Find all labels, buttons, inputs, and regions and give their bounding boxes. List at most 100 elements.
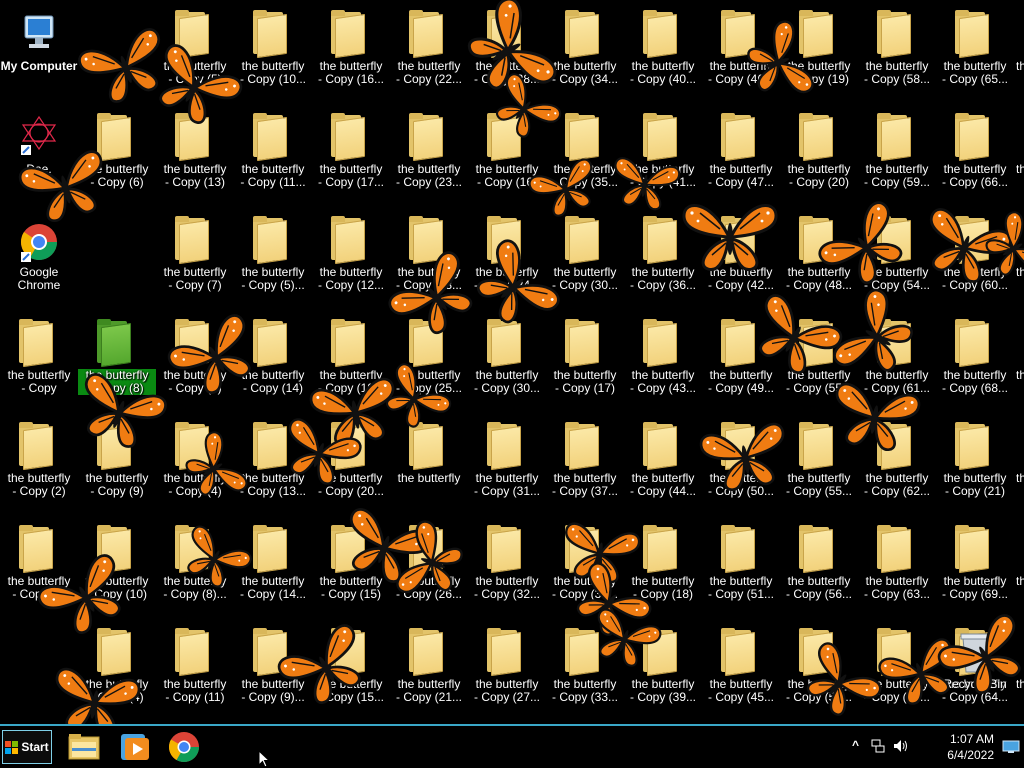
desktop-folder-icon[interactable]: the butterfly - Copy (58... xyxy=(858,4,936,104)
desktop-folder-icon[interactable]: the butterfly - Copy (27... xyxy=(468,622,546,722)
desktop-folder-icon[interactable]: the butterfly - Copy xyxy=(0,313,78,413)
desktop-folder-icon[interactable]: the butterfly - Copy (49... xyxy=(702,313,780,413)
desktop-folder-icon[interactable]: the butterfly - Copy (18) xyxy=(624,519,702,619)
desktop-folder-icon[interactable]: the butterfly - Copy (16... xyxy=(312,4,390,104)
desktop-folder-icon[interactable]: the butterfly - Copy (60... xyxy=(936,210,1014,310)
desktop-folder-icon[interactable]: the butterfly - Copy (14... xyxy=(234,519,312,619)
desktop-icon-my-computer[interactable]: My Computer xyxy=(0,4,78,104)
desktop-folder-icon[interactable]: the butterfly - Copy (22... xyxy=(390,4,468,104)
desktop-folder-icon[interactable]: the butterfly - Copy (66... xyxy=(936,107,1014,207)
desktop-folder-icon[interactable]: the butterfly - Copy (9)... xyxy=(234,622,312,722)
desktop-folder-icon[interactable]: the butterfly - Copy (21... xyxy=(390,622,468,722)
desktop-folder-icon[interactable]: the butterfly - Copy (13... xyxy=(234,416,312,516)
desktop-folder-icon[interactable]: the butterfly - Copy (30... xyxy=(546,210,624,310)
desktop-folder-icon[interactable]: the butterfly - Copy (36... xyxy=(624,210,702,310)
desktop-folder-icon-partial[interactable]: th xyxy=(1014,107,1024,207)
desktop-folder-icon[interactable]: the butterfly - Copy (3) xyxy=(0,519,78,619)
desktop-folder-icon[interactable]: the butterfly - Copy (16) xyxy=(468,107,546,207)
media-player-icon[interactable] xyxy=(116,730,152,764)
desktop-folder-icon[interactable]: the butterfly - Copy (8)... xyxy=(156,519,234,619)
desktop-folder-icon[interactable]: the butterfly - Copy (48... xyxy=(780,210,858,310)
desktop-folder-icon[interactable]: the butterfly - Copy (47... xyxy=(702,107,780,207)
desktop-folder-icon[interactable]: the butterfly - Copy (4) xyxy=(78,622,156,722)
desktop-folder-icon[interactable]: the butterfly xyxy=(390,416,468,516)
desktop-folder-icon[interactable]: the butterfly - Copy (8) xyxy=(78,313,156,413)
desktop-folder-icon[interactable]: the butterfly - Copy (20... xyxy=(312,416,390,516)
desktop-folder-icon[interactable]: the butterfly - Copy (37... xyxy=(546,416,624,516)
desktop-folder-icon[interactable]: the butterfly - Copy (11... xyxy=(234,107,312,207)
desktop-folder-icon[interactable]: the butterfly - Copy (12... xyxy=(312,210,390,310)
desktop-folder-icon[interactable]: the butterfly - Copy (25... xyxy=(390,313,468,413)
desktop-icon-recycle-bin[interactable]: Recycle Bin xyxy=(936,622,1014,722)
desktop-icon-google-chrome[interactable]: Google Chrome xyxy=(0,210,78,310)
desktop-icon-daemon[interactable]: Dae. ...n... xyxy=(0,107,78,207)
desktop-folder-icon[interactable]: the butterfly - Copy (38... xyxy=(546,519,624,619)
show-desktop-icon[interactable] xyxy=(1002,740,1020,754)
desktop-folder-icon[interactable]: the butterfly - Copy (39... xyxy=(624,622,702,722)
desktop-folder-icon[interactable]: the butterfly - Copy (43... xyxy=(624,313,702,413)
desktop-folder-icon[interactable]: the butterfly - Copy (32... xyxy=(468,519,546,619)
desktop-folder-icon-partial[interactable]: th xyxy=(1014,622,1024,722)
desktop-folder-icon[interactable]: the butterfly - Copy (26... xyxy=(390,519,468,619)
desktop-folder-icon-partial[interactable]: th xyxy=(1014,4,1024,104)
desktop-folder-icon[interactable]: the butterfly - Copy (5)... xyxy=(234,210,312,310)
desktop-folder-icon[interactable]: the butterfly - Copy (21) xyxy=(936,416,1014,516)
desktop-folder-icon[interactable]: the butterfly - Copy (46... xyxy=(702,4,780,104)
desktop-folder-icon-partial[interactable]: th xyxy=(1014,210,1024,310)
desktop-folder-icon[interactable]: the butterfly - Copy (28... xyxy=(468,4,546,104)
desktop-folder-icon-partial[interactable]: th xyxy=(1014,416,1024,516)
desktop-folder-icon[interactable]: the butterfly - Copy (6) xyxy=(78,107,156,207)
network-icon[interactable] xyxy=(870,738,886,754)
desktop-folder-icon[interactable]: the butterfly - Copy (31... xyxy=(468,416,546,516)
desktop-folder-icon[interactable]: the butterfly - Copy (3) xyxy=(156,313,234,413)
desktop-folder-icon[interactable]: the butterfly - Copy (50... xyxy=(702,416,780,516)
desktop-folder-icon[interactable]: the butterfly - Copy (61... xyxy=(858,313,936,413)
desktop-folder-icon[interactable]: the butterfly - Copy (33... xyxy=(546,622,624,722)
desktop-folder-icon[interactable]: the butterfly - Copy (2) xyxy=(0,416,78,516)
desktop-folder-icon[interactable]: the butterfly - Copy (62... xyxy=(858,416,936,516)
desktop-folder-icon[interactable]: the butterfly - Copy (5) xyxy=(156,4,234,104)
desktop-folder-icon[interactable]: the butterfly - Copy (69... xyxy=(936,519,1014,619)
desktop-folder-icon[interactable]: the butterfly - Copy (30... xyxy=(468,313,546,413)
tray-chevron-icon[interactable]: ^ xyxy=(852,738,859,752)
desktop-folder-icon[interactable]: the butterfly - Copy (56... xyxy=(780,519,858,619)
desktop-folder-icon[interactable]: the butterfly - Copy (11) xyxy=(156,622,234,722)
desktop-folder-icon[interactable]: the butterfly - Copy (19) xyxy=(780,4,858,104)
desktop-folder-icon[interactable]: the butterfly - Copy (52... xyxy=(780,622,858,722)
desktop-folder-icon[interactable]: the butterfly - Copy (10) xyxy=(78,519,156,619)
desktop-folder-icon[interactable]: the butterfly - Copy (13) xyxy=(156,107,234,207)
desktop-folder-icon[interactable]: the butterfly - Copy (68... xyxy=(936,313,1014,413)
desktop[interactable]: My Computer Dae. ...n... Google Chrome t… xyxy=(0,0,1024,724)
chrome-taskbar-icon[interactable] xyxy=(166,730,202,764)
desktop-folder-icon[interactable]: the butterfly - Copy (19... xyxy=(312,313,390,413)
desktop-folder-icon[interactable]: the butterfly - Copy (9) xyxy=(78,416,156,516)
desktop-folder-icon-partial[interactable]: th xyxy=(1014,313,1024,413)
desktop-folder-icon-partial[interactable]: th xyxy=(1014,519,1024,619)
desktop-folder-icon[interactable]: the butterfly - Copy (45... xyxy=(702,622,780,722)
desktop-folder-icon[interactable]: the butterfly - Copy (7) xyxy=(156,210,234,310)
desktop-folder-icon[interactable]: the butterfly - Copy (24... xyxy=(468,210,546,310)
desktop-folder-icon[interactable]: the butterfly - Copy (54... xyxy=(858,210,936,310)
desktop-folder-icon[interactable]: the butterfly - Copy (35... xyxy=(546,107,624,207)
desktop-folder-icon[interactable]: the butterfly - Copy (40... xyxy=(624,4,702,104)
desktop-folder-icon[interactable]: the butterfly - Copy (4) xyxy=(156,416,234,516)
clock-date[interactable]: 6/4/2022 xyxy=(924,748,994,762)
desktop-folder-icon[interactable]: the butterfly - Copy (55... xyxy=(780,416,858,516)
desktop-folder-icon[interactable]: the butterfly - Copy (51... xyxy=(702,519,780,619)
desktop-folder-icon[interactable]: the butterfly - Copy (17... xyxy=(312,107,390,207)
clock-time[interactable]: 1:07 AM xyxy=(924,732,994,746)
desktop-folder-icon[interactable]: the butterfly - Copy (18... xyxy=(390,210,468,310)
desktop-folder-icon[interactable]: the butterfly - Copy (44... xyxy=(624,416,702,516)
desktop-folder-icon[interactable]: the butterfly - Copy (15... xyxy=(312,622,390,722)
desktop-folder-icon[interactable]: the butterfly - Copy (34... xyxy=(546,4,624,104)
desktop-folder-icon[interactable]: the butterfly - Copy (14) xyxy=(234,313,312,413)
desktop-folder-icon[interactable]: the butterfly - Copy (55... xyxy=(780,313,858,413)
desktop-folder-icon[interactable]: the butterfly - Copy (42... xyxy=(702,210,780,310)
desktop-folder-icon[interactable]: the butterfly - Copy (23... xyxy=(390,107,468,207)
desktop-folder-icon[interactable]: the butterfly - Copy (10... xyxy=(234,4,312,104)
desktop-folder-icon[interactable]: the butterfly - Copy (59... xyxy=(858,107,936,207)
desktop-folder-icon[interactable]: the butterfly - Copy (20) xyxy=(780,107,858,207)
file-explorer-icon[interactable] xyxy=(66,730,102,764)
desktop-folder-icon[interactable]: the butterfly - Copy (57... xyxy=(858,622,936,722)
start-button[interactable]: Start xyxy=(2,730,52,764)
